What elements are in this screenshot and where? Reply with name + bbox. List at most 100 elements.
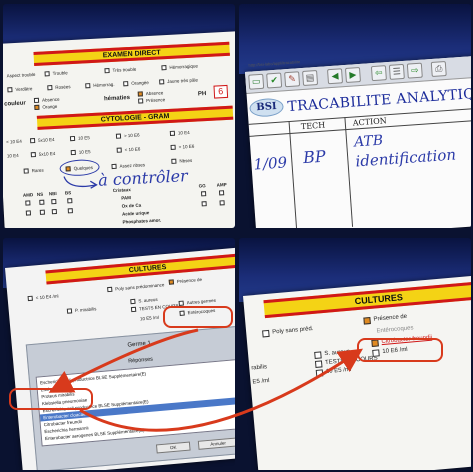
checkbox[interactable] bbox=[315, 369, 324, 377]
checkbox[interactable] bbox=[115, 133, 122, 139]
checkbox[interactable] bbox=[39, 209, 45, 215]
checkbox[interactable] bbox=[51, 199, 57, 205]
checkbox[interactable] bbox=[29, 138, 36, 144]
grid-val: > 10 E6 bbox=[123, 132, 140, 139]
next-button[interactable]: ⇨ bbox=[406, 62, 423, 79]
checkbox[interactable] bbox=[25, 200, 31, 206]
row1-item: Aspect trouble bbox=[6, 71, 36, 79]
checkbox[interactable] bbox=[47, 85, 53, 91]
checkbox[interactable] bbox=[170, 144, 176, 150]
checkbox[interactable] bbox=[25, 210, 32, 216]
ok-button[interactable]: OK bbox=[155, 441, 191, 454]
checkbox[interactable] bbox=[69, 135, 76, 142]
culture-item: Présence de bbox=[176, 276, 203, 285]
partial-label: Entérocoques bbox=[376, 325, 414, 335]
highlight-ring-list-item bbox=[9, 388, 93, 410]
validate-button[interactable]: ✔ bbox=[266, 72, 283, 89]
checkbox[interactable] bbox=[200, 191, 207, 197]
back-button[interactable]: ◀ bbox=[327, 68, 344, 85]
checkbox[interactable] bbox=[44, 71, 50, 77]
checkbox[interactable] bbox=[138, 98, 144, 104]
grid-val: 10 E5 bbox=[78, 149, 91, 155]
checkbox[interactable] bbox=[66, 308, 73, 314]
checkbox-checked[interactable] bbox=[137, 91, 143, 97]
checkbox[interactable] bbox=[51, 208, 57, 215]
checkbox-checked[interactable] bbox=[34, 104, 40, 111]
grid-val: 10 E5 bbox=[77, 135, 90, 141]
cancel-button[interactable]: Annuler bbox=[197, 437, 235, 450]
arrow-left-icon: ◀ bbox=[331, 70, 339, 81]
checkbox[interactable] bbox=[107, 286, 113, 293]
side-label: rabilis bbox=[251, 364, 268, 372]
culture-item: 10 E5 /ml bbox=[139, 314, 160, 322]
checkbox[interactable] bbox=[314, 360, 323, 368]
checkbox[interactable] bbox=[169, 130, 176, 136]
grid-val: 5x10 E4 bbox=[38, 150, 56, 157]
checkbox[interactable] bbox=[85, 83, 91, 89]
grid-val: < 10 E6 bbox=[124, 146, 141, 153]
grid-val: 5x10 E4 bbox=[37, 137, 55, 143]
quelques-label: Quelques bbox=[73, 165, 93, 172]
new-button[interactable]: ▭ bbox=[248, 73, 265, 90]
checkbox-checked[interactable] bbox=[168, 279, 175, 285]
checkbox[interactable] bbox=[104, 68, 110, 74]
grid-val: 10 E4 bbox=[177, 129, 190, 136]
checkbox[interactable] bbox=[130, 298, 136, 305]
side-label: E5 /ml bbox=[252, 378, 270, 386]
rare-label: Rares bbox=[31, 167, 44, 174]
col-label: AMD bbox=[22, 192, 34, 198]
row1-item: Trouble bbox=[52, 70, 68, 77]
bsi-logo: BSI bbox=[248, 97, 285, 118]
checkbox-checked[interactable] bbox=[363, 316, 371, 325]
e5-label: 10 E5 /ml bbox=[325, 366, 352, 376]
checkbox[interactable] bbox=[218, 190, 225, 196]
grid-val: 10 E4 bbox=[6, 152, 19, 159]
row1-item: Hémorragique bbox=[169, 63, 199, 70]
checkbox-checked[interactable] bbox=[65, 166, 71, 172]
checkbox[interactable] bbox=[7, 87, 13, 93]
list-button[interactable]: ☰ bbox=[388, 63, 405, 80]
checkbox[interactable] bbox=[33, 97, 40, 104]
panel-cultures-zoom: CULTURES Poly sans préd. Présence de rab… bbox=[239, 238, 471, 470]
print-button[interactable]: ⎙ bbox=[430, 60, 447, 77]
pencil-icon: ✎ bbox=[287, 73, 297, 84]
row2-item: Orangée bbox=[131, 80, 149, 86]
checkbox[interactable] bbox=[123, 81, 129, 87]
list-item: Acide urique bbox=[121, 210, 150, 217]
checkbox[interactable] bbox=[130, 306, 137, 313]
tech-column-header: TECH bbox=[300, 120, 326, 132]
checkbox[interactable] bbox=[27, 295, 33, 302]
checkbox[interactable] bbox=[111, 163, 117, 170]
checkbox[interactable] bbox=[39, 199, 45, 205]
checkbox[interactable] bbox=[219, 200, 225, 206]
checkbox[interactable] bbox=[161, 65, 167, 71]
culture-item: S. aureus bbox=[138, 296, 158, 304]
ph-label: PH bbox=[197, 91, 207, 98]
arrow-right-green-icon: ⇨ bbox=[410, 64, 419, 76]
row2-item: Jaune très pâle bbox=[167, 77, 199, 85]
prev-button[interactable]: ⇦ bbox=[370, 65, 387, 82]
delete-button[interactable]: ▤ bbox=[302, 69, 319, 86]
checkbox[interactable] bbox=[30, 152, 36, 158]
forward-button[interactable]: ▶ bbox=[344, 66, 361, 83]
list-item: PAM bbox=[121, 195, 132, 201]
checkbox[interactable] bbox=[116, 147, 122, 153]
checkbox[interactable] bbox=[201, 201, 207, 207]
culture-item: Autres germes bbox=[186, 297, 217, 306]
nbreux-label: Nbses bbox=[179, 157, 193, 164]
col-label: NBI bbox=[48, 190, 57, 197]
checkbox[interactable] bbox=[70, 149, 76, 156]
checkbox[interactable] bbox=[23, 168, 29, 174]
checkbox[interactable] bbox=[67, 208, 73, 214]
checkbox[interactable] bbox=[159, 79, 165, 85]
examen-direct-header: EXAMEN DIRECT bbox=[33, 41, 230, 66]
ph-value: 6 bbox=[213, 84, 229, 99]
edit-button[interactable]: ✎ bbox=[284, 71, 301, 88]
col-label: AMP bbox=[216, 182, 227, 188]
check-icon: ✔ bbox=[270, 74, 279, 86]
checkbox[interactable] bbox=[262, 329, 270, 338]
checkbox[interactable] bbox=[314, 351, 322, 359]
checkbox[interactable] bbox=[67, 198, 73, 204]
checkbox[interactable] bbox=[171, 158, 177, 164]
grid-val: < 10 E4 bbox=[6, 138, 22, 145]
